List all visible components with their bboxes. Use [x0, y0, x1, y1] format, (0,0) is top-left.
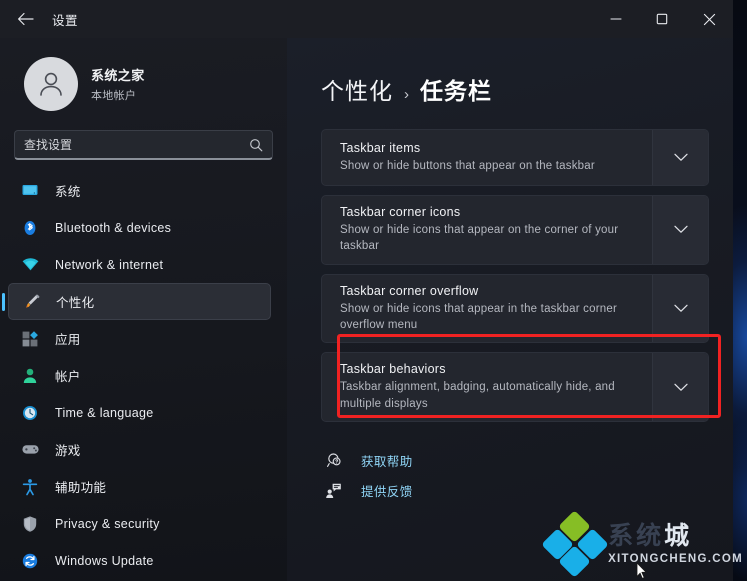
- window-controls: [593, 0, 733, 38]
- chevron-down-icon: [673, 304, 688, 312]
- expand-button[interactable]: [652, 196, 708, 264]
- avatar: [24, 57, 78, 111]
- paintbrush-icon: [21, 292, 41, 312]
- maximize-button[interactable]: [639, 0, 685, 38]
- search-input[interactable]: [24, 137, 249, 152]
- sidebar-item-gaming[interactable]: 游戏: [8, 431, 271, 468]
- card-title: Taskbar items: [340, 140, 421, 155]
- sidebar-item-label: Bluetooth & devices: [55, 220, 172, 235]
- sidebar-item-label: 游戏: [55, 444, 81, 458]
- sidebar-nav: 系统 Bluetooth & devices Network & interne…: [0, 172, 287, 579]
- title-bar: 设置: [0, 0, 733, 38]
- brand-logo-icon: [541, 510, 609, 578]
- brand-cn-dim: 系统: [608, 521, 665, 550]
- sidebar-item-time-language[interactable]: Time & language: [8, 394, 271, 431]
- account-person-icon: [20, 366, 40, 386]
- expand-button[interactable]: [652, 274, 708, 343]
- clock-icon: [20, 403, 40, 423]
- user-profile[interactable]: 系统之家 本地帐户: [0, 38, 287, 116]
- card-title: Taskbar behaviors: [340, 362, 446, 377]
- link-label: 获取帮助: [361, 455, 413, 470]
- chevron-down-icon: [673, 226, 688, 234]
- breadcrumb-parent[interactable]: 个性化: [321, 72, 393, 106]
- bluetooth-icon: [20, 218, 40, 238]
- update-refresh-icon: [20, 551, 40, 571]
- chevron-down-icon: [673, 153, 688, 161]
- close-icon: [703, 13, 715, 25]
- sidebar-item-label: 帐户: [55, 370, 81, 384]
- system-monitor-icon: [20, 181, 40, 201]
- sidebar-item-accounts[interactable]: 帐户: [8, 357, 271, 394]
- chevron-down-icon: [673, 383, 688, 391]
- sidebar-item-label: Windows Update: [55, 553, 154, 568]
- sidebar-item-bluetooth-devices[interactable]: Bluetooth & devices: [8, 209, 271, 246]
- profile-name: 系统之家: [91, 68, 145, 83]
- card-taskbar-items[interactable]: Taskbar items Show or hide buttons that …: [321, 129, 709, 186]
- breadcrumb: 个性化 › 任务栏: [311, 38, 709, 106]
- back-arrow-icon: [17, 12, 34, 26]
- page-title: 任务栏: [420, 78, 492, 104]
- wifi-icon: [20, 255, 40, 275]
- screen: 设置 系统之家 本地帐户 查找设置 系统 Bluetooth & devices…: [0, 0, 747, 581]
- main-content: 个性化 › 任务栏 Taskbar items Show or hide but…: [287, 38, 733, 581]
- get-help-link[interactable]: 获取帮助: [323, 446, 709, 476]
- settings-window: 设置 系统之家 本地帐户 查找设置 系统 Bluetooth & devices…: [0, 0, 733, 581]
- card-subtitle: Show or hide icons that appear on the co…: [340, 224, 619, 253]
- card-subtitle: Show or hide buttons that appear on the …: [340, 159, 595, 172]
- sidebar-item-label: 个性化: [56, 296, 95, 310]
- apps-icon: [20, 329, 40, 349]
- card-title: Taskbar corner overflow: [340, 283, 479, 298]
- minimize-icon: [610, 18, 622, 20]
- help-links: 获取帮助 提供反馈: [311, 446, 709, 506]
- back-button[interactable]: [8, 4, 42, 34]
- gamepad-icon: [20, 440, 40, 460]
- card-taskbar-corner-overflow[interactable]: Taskbar corner overflow Show or hide ico…: [321, 273, 709, 344]
- brand-name-cn: 系统城: [608, 523, 743, 548]
- sidebar-item-label: Privacy & security: [55, 516, 160, 531]
- card-subtitle: Taskbar alignment, badging, automaticall…: [340, 381, 615, 410]
- mouse-cursor: [636, 562, 648, 581]
- search-icon: [249, 138, 263, 152]
- expand-button[interactable]: [652, 130, 708, 185]
- sidebar-item-accessibility[interactable]: 辅助功能: [8, 468, 271, 505]
- sidebar-item-label: Network & internet: [55, 257, 164, 272]
- card-title: Taskbar corner icons: [340, 205, 461, 219]
- maximize-icon: [656, 13, 668, 25]
- sidebar-item-label: 系统: [55, 185, 81, 199]
- help-question-icon: [323, 452, 343, 469]
- feedback-icon: [323, 482, 343, 499]
- breadcrumb-separator: ›: [404, 86, 409, 103]
- profile-account-type: 本地帐户: [91, 90, 137, 102]
- sidebar-item-apps[interactable]: 应用: [8, 320, 271, 357]
- sidebar: 系统之家 本地帐户 查找设置 系统 Bluetooth & devices Ne…: [0, 38, 287, 581]
- sidebar-item-system[interactable]: 系统: [8, 172, 271, 209]
- sidebar-item-privacy-security[interactable]: Privacy & security: [8, 505, 271, 542]
- sidebar-item-windows-update[interactable]: Windows Update: [8, 542, 271, 579]
- card-taskbar-behaviors[interactable]: Taskbar behaviors Taskbar alignment, bad…: [321, 352, 709, 422]
- window-body: 系统之家 本地帐户 查找设置 系统 Bluetooth & devices Ne…: [0, 38, 733, 581]
- give-feedback-link[interactable]: 提供反馈: [323, 476, 709, 506]
- accessibility-icon: [20, 477, 40, 497]
- sidebar-item-label: Time & language: [55, 405, 154, 420]
- settings-card-list: Taskbar items Show or hide buttons that …: [311, 129, 709, 422]
- window-title: 设置: [52, 13, 79, 28]
- brand-domain: XITONGCHENG.COM: [608, 553, 743, 565]
- card-subtitle: Show or hide icons that appear in the ta…: [340, 302, 617, 331]
- sidebar-item-label: 应用: [55, 333, 81, 347]
- minimize-button[interactable]: [593, 0, 639, 38]
- card-taskbar-corner-icons[interactable]: Taskbar corner icons Show or hide icons …: [321, 195, 709, 265]
- brand-cn-lit: 城: [664, 521, 693, 550]
- sidebar-item-network-internet[interactable]: Network & internet: [8, 246, 271, 283]
- close-button[interactable]: [685, 0, 733, 38]
- person-avatar-icon: [40, 72, 62, 96]
- link-label: 提供反馈: [361, 485, 413, 500]
- shield-icon: [20, 514, 40, 534]
- search-box[interactable]: [14, 130, 273, 160]
- sidebar-item-label: 辅助功能: [55, 481, 107, 495]
- expand-button[interactable]: [652, 353, 708, 421]
- sidebar-item-personalization[interactable]: 个性化: [2, 283, 271, 320]
